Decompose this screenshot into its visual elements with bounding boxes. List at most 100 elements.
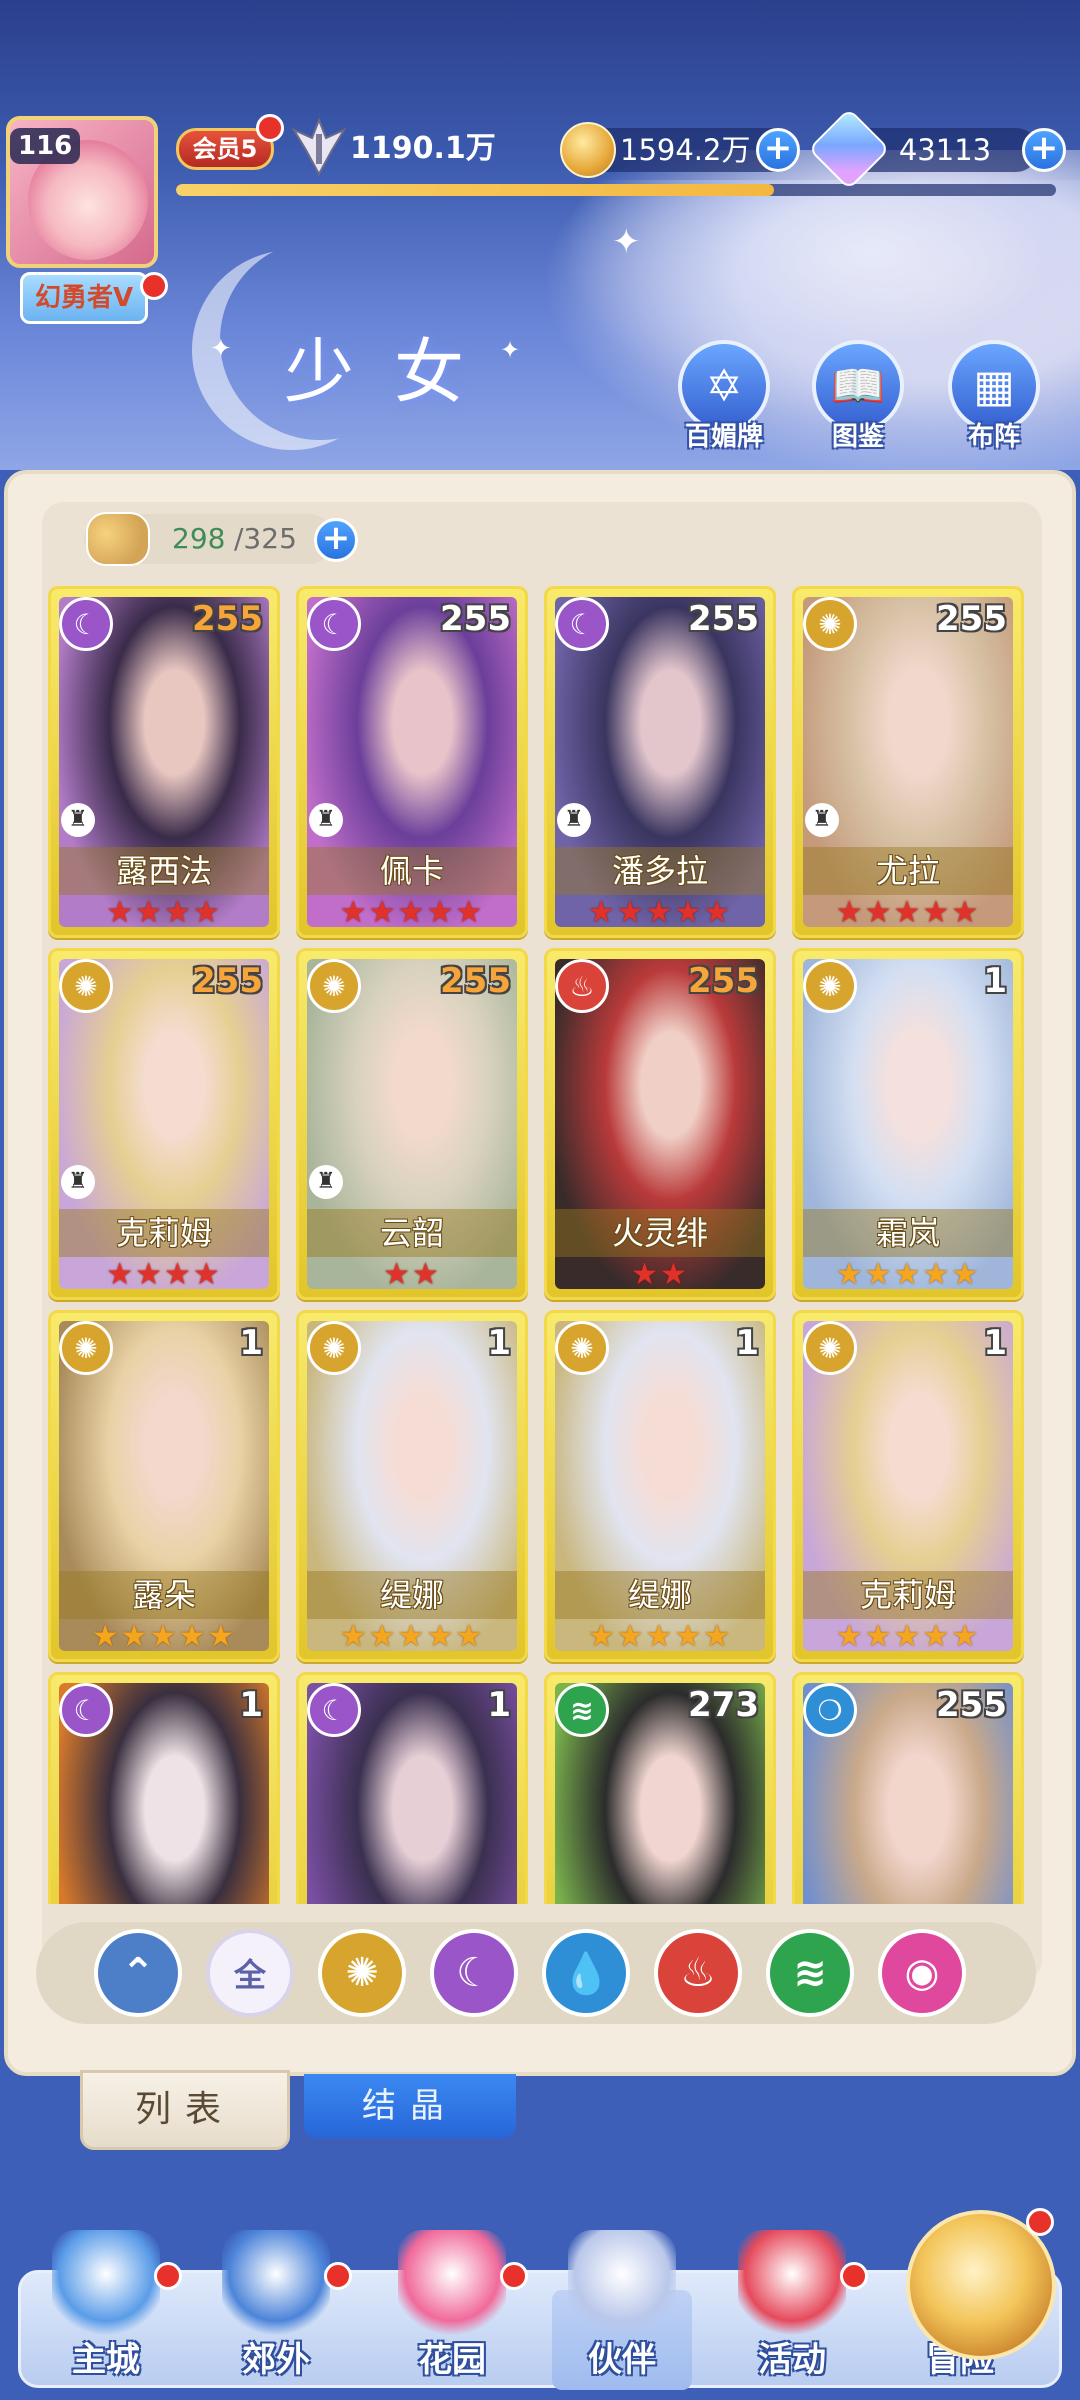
moon-icon: ☾ (456, 1950, 492, 1996)
partner-grid[interactable]: ☾ 255 ♜ 露西法 ★★★★ ☾ 255 ♜ 佩卡 ★★★★★ ☾ 255 ♜ 潘多拉 ★★★★★ ✺ 25… (48, 586, 1032, 1904)
coin-value: 1594.2万 (620, 133, 751, 167)
star-rating: ★★★★★ (59, 1619, 269, 1655)
partner-level: 1 (239, 1323, 263, 1363)
notification-dot (140, 272, 168, 300)
partner-card[interactable]: ✺ 255 ♜ 云韶 ★★ (296, 948, 528, 1300)
star-icon: ★ (587, 1619, 617, 1654)
partner-card[interactable]: ☾ 1 (48, 1672, 280, 1904)
star-icon: ★ (178, 1619, 208, 1654)
card-collection-button[interactable]: ✡ 百媚牌 (674, 340, 774, 452)
wind-filter-button[interactable]: ≋ (766, 1929, 854, 2017)
star-icon: ★ (368, 1619, 398, 1654)
partner-card[interactable]: ☾ 255 ♜ 潘多拉 ★★★★★ (544, 586, 776, 938)
tab-list[interactable]: 列表 (80, 2070, 290, 2150)
partner-card[interactable]: ☾ 255 ♜ 露西法 ★★★★ (48, 586, 280, 938)
partner-card[interactable]: ✺ 1 霜岚 ★★★★★ (792, 948, 1024, 1300)
water-filter-button[interactable]: 💧 (542, 1929, 630, 2017)
sun-element-icon: ✺ (803, 597, 857, 651)
star-icon: ★ (135, 895, 164, 930)
partner-card[interactable]: ☾ 1 (296, 1672, 528, 1904)
star-rating: ★★★★★ (803, 895, 1013, 931)
chess-rook-icon: ♜ (557, 803, 591, 837)
star-icon: ★ (106, 1257, 136, 1292)
nav-item-garden[interactable]: 花园 (382, 2230, 522, 2390)
star-icon: ★ (164, 1257, 193, 1292)
sun-element-icon: ✺ (803, 959, 857, 1013)
nav-item-event[interactable]: 活动 (722, 2230, 862, 2390)
notification-dot (256, 114, 284, 142)
star-icon: ★ (835, 1257, 865, 1292)
star-icon: ★ (164, 895, 193, 930)
nav-item-partner[interactable]: 伙伴 (552, 2230, 692, 2390)
star-icon: ★ (835, 1619, 865, 1654)
codex-button[interactable]: 📖 图鉴 (808, 340, 908, 452)
partner-level: 255 (192, 599, 263, 639)
star-icon: ★ (703, 1619, 733, 1654)
notification-dot (840, 2262, 868, 2290)
nav-item-main-city[interactable]: 主城 (36, 2230, 176, 2390)
codex-label: 图鉴 (831, 422, 884, 452)
partner-card[interactable]: ☾ 255 ♜ 佩卡 ★★★★★ (296, 586, 528, 938)
star-icon: ★ (339, 1619, 369, 1654)
partner-card[interactable]: ♨ 255 火灵绯 ★★ (544, 948, 776, 1300)
star-icon: ★ (951, 895, 981, 930)
fire-filter-button[interactable]: ♨ (654, 1929, 742, 2017)
partner-card[interactable]: ✺ 1 缇娜 ★★★★★ (544, 1310, 776, 1662)
partner-name: 露西法 (59, 847, 269, 895)
star-rating: ★★ (555, 1257, 765, 1293)
partner-card[interactable]: ✺ 1 露朵 ★★★★★ (48, 1310, 280, 1662)
header-background: ✦ ✦ ✦ (0, 0, 1080, 470)
light-filter-button[interactable]: ◉ (878, 1929, 966, 2017)
chess-rook-icon: ♜ (61, 1165, 95, 1199)
combat-power-value: 1190.1万 (350, 131, 496, 166)
partner-card[interactable]: ✺ 255 ♜ 克莉姆 ★★★★ (48, 948, 280, 1300)
nav-item-outskirts[interactable]: 郊外 (206, 2230, 346, 2390)
partner-name: 霜岚 (803, 1209, 1013, 1257)
tab-crystal[interactable]: 结晶 (304, 2074, 516, 2138)
star-icon: ★ (192, 895, 222, 930)
chevron-up-filter-button[interactable]: ⌃ (94, 1929, 182, 2017)
star-icon: ★ (412, 1257, 441, 1292)
add-gems-button[interactable]: + (1022, 128, 1066, 172)
chevron-up-icon: ⌃ (121, 1950, 155, 1996)
partner-name: 缇娜 (307, 1571, 517, 1619)
partner-level: 255 (192, 961, 263, 1001)
partner-level: 255 (688, 599, 759, 639)
notification-dot (324, 2262, 352, 2290)
partner-card[interactable]: ✺ 1 缇娜 ★★★★★ (296, 1310, 528, 1662)
sun-element-icon: ✺ (803, 1321, 857, 1375)
partner-card[interactable]: ❍ 255 (792, 1672, 1024, 1904)
expand-roster-button[interactable]: + (314, 518, 358, 562)
add-coins-button[interactable]: + (756, 128, 800, 172)
sun-filter-button[interactable]: ✺ (318, 1929, 406, 2017)
water-element-icon: ❍ (803, 1683, 857, 1737)
chess-rook-icon: ♜ (805, 803, 839, 837)
star-icon: ★ (703, 895, 733, 930)
roster-icon (86, 512, 150, 566)
star-icon: ★ (893, 1257, 923, 1292)
star-icon: ★ (455, 1619, 485, 1654)
star-icon: ★ (587, 895, 617, 930)
star-icon: ★ (397, 1619, 427, 1654)
all-filter-button[interactable]: 全 (206, 1929, 294, 2017)
moon-filter-button[interactable]: ☾ (430, 1929, 518, 2017)
star-icon: ★ (922, 1257, 952, 1292)
notification-dot (500, 2262, 528, 2290)
chess-rook-icon: ♜ (61, 803, 95, 837)
water-icon: 💧 (561, 1950, 611, 1997)
star-icon: ★ (645, 1619, 675, 1654)
heart-icon (398, 2230, 506, 2340)
star-icon: ★ (864, 1257, 894, 1292)
formation-button[interactable]: ▦ 布阵 (944, 340, 1044, 452)
portal-icon (222, 2230, 330, 2340)
moon-element-icon: ☾ (555, 597, 609, 651)
partner-card[interactable]: ≋ 273 (544, 1672, 776, 1904)
partner-card[interactable]: ✺ 255 ♜ 尤拉 ★★★★★ (792, 586, 1024, 938)
nav-label: 郊外 (242, 2340, 310, 2380)
chess-rook-icon: ♜ (309, 803, 343, 837)
partner-name: 克莉姆 (803, 1571, 1013, 1619)
star-icon: ★ (616, 1619, 646, 1654)
player-name-badge[interactable]: 幻勇者V (20, 272, 148, 324)
star-icon: ★ (120, 1619, 150, 1654)
partner-card[interactable]: ✺ 1 克莉姆 ★★★★★ (792, 1310, 1024, 1662)
